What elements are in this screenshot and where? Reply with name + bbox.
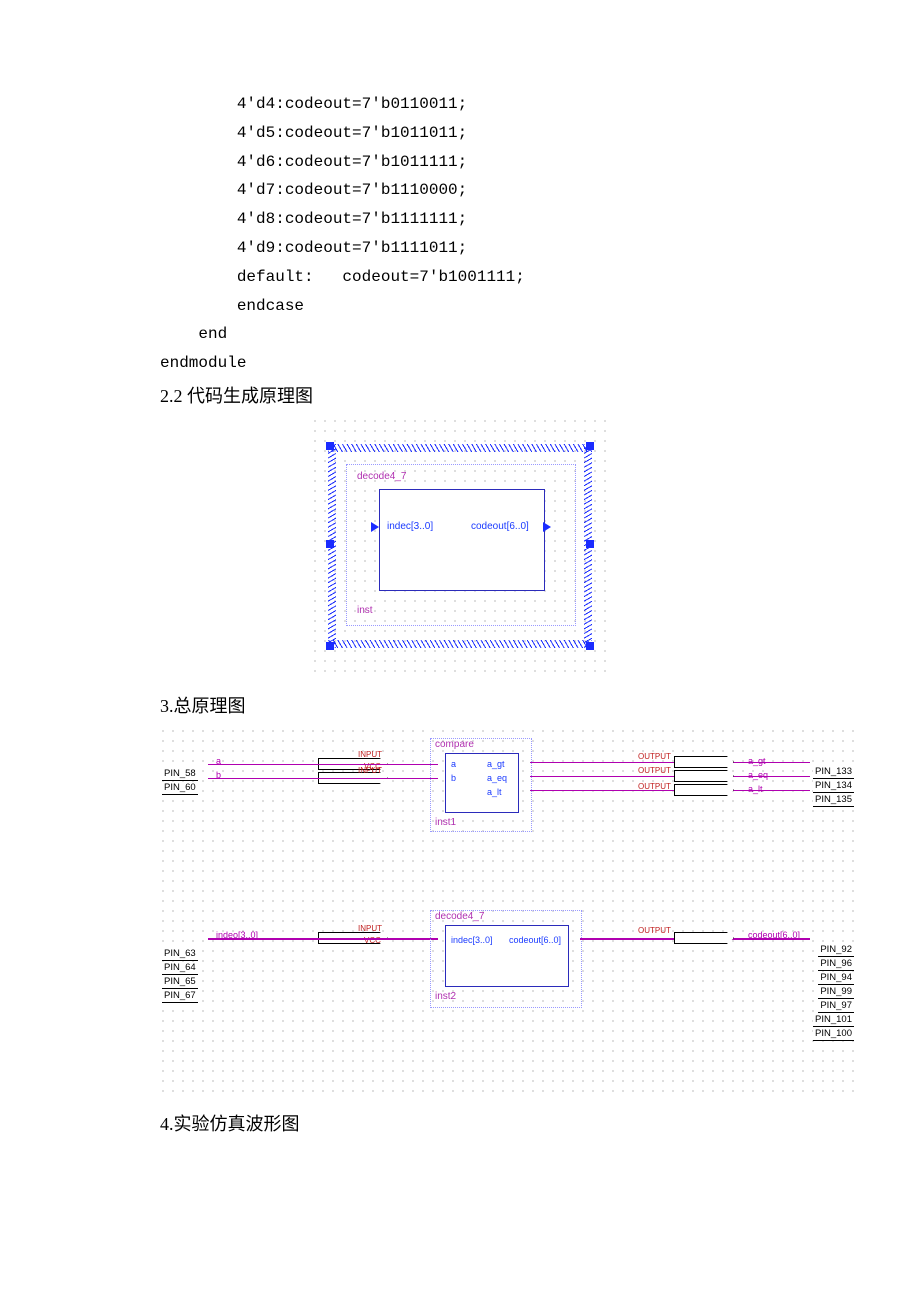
io-output-label: OUTPUT: [638, 782, 671, 791]
module-name-compare: compare: [435, 739, 474, 750]
instance-name: inst1: [435, 817, 456, 828]
port-aeq: a_eq: [487, 773, 507, 783]
pin-label: PIN_96: [818, 958, 854, 971]
port-indec: indec[3..0]: [451, 935, 493, 945]
pin-label: PIN_67: [162, 990, 198, 1003]
pin-label: PIN_133: [813, 766, 854, 779]
port-alt: a_lt: [487, 787, 502, 797]
code-line: 4'd6:codeout=7'b1011111;: [237, 153, 467, 171]
pin-label: PIN_64: [162, 962, 198, 975]
code-line: 4'd8:codeout=7'b1111111;: [237, 210, 467, 228]
code-line: endmodule: [160, 354, 246, 372]
pin-label: PIN_60: [162, 782, 198, 795]
io-output-label: OUTPUT: [638, 766, 671, 775]
pin-label: PIN_97: [818, 1000, 854, 1013]
port-codeout: codeout[6..0]: [509, 935, 561, 945]
code-line: end: [198, 325, 227, 343]
heading-2-2: 2.2 代码生成原理图: [160, 382, 760, 408]
signal-codeout: codeout[6..0]: [748, 930, 800, 940]
pin-label: PIN_63: [162, 948, 198, 961]
io-output-label: OUTPUT: [638, 752, 671, 761]
heading-4: 4.实验仿真波形图: [160, 1110, 760, 1136]
pin-label: PIN_101: [813, 1014, 854, 1027]
port-indec: indec[3..0]: [387, 521, 433, 532]
io-input-label: INPUT: [358, 766, 382, 775]
code-line: 4'd4:codeout=7'b0110011;: [237, 95, 467, 113]
instance-name: inst2: [435, 991, 456, 1002]
io-input-label: INPUT: [358, 924, 382, 933]
pin-label: PIN_100: [813, 1028, 854, 1041]
pin-label: PIN_65: [162, 976, 198, 989]
pin-label: PIN_92: [818, 944, 854, 957]
verilog-code: 4'd4:codeout=7'b0110011; 4'd5:codeout=7'…: [160, 90, 760, 378]
instance-name: inst: [357, 605, 373, 616]
io-input-label: INPUT: [358, 750, 382, 759]
signal-aeq: a_eq: [748, 770, 768, 780]
pin-label: PIN_135: [813, 794, 854, 807]
code-line: default: codeout=7'b1001111;: [237, 268, 525, 286]
pin-label: PIN_134: [813, 780, 854, 793]
port-a: a: [451, 759, 456, 769]
port-agt: a_gt: [487, 759, 505, 769]
code-line: 4'd5:codeout=7'b1011011;: [237, 124, 467, 142]
signal-agt: a_gt: [748, 756, 766, 766]
port-codeout: codeout[6..0]: [471, 521, 529, 532]
pin-label: PIN_94: [818, 972, 854, 985]
port-b: b: [451, 773, 456, 783]
code-line: 4'd9:codeout=7'b1111011;: [237, 239, 467, 257]
module-name-decode: decode4_7: [435, 911, 485, 922]
schematic-top-level: PIN_58 PIN_60 a b INPUT VCC INPUT compar…: [158, 726, 858, 1096]
module-name: decode4_7: [357, 471, 407, 482]
code-line: 4'd7:codeout=7'b1110000;: [237, 181, 467, 199]
pin-label: PIN_99: [818, 986, 854, 999]
signal-alt: a_lt: [748, 784, 763, 794]
pin-label: PIN_58: [162, 768, 198, 781]
schematic-decode4-7: decode4_7 indec[3..0] codeout[6..0] inst: [310, 416, 610, 676]
code-line: endcase: [237, 297, 304, 315]
io-output-label: OUTPUT: [638, 926, 671, 935]
heading-3: 3.总原理图: [160, 692, 760, 718]
